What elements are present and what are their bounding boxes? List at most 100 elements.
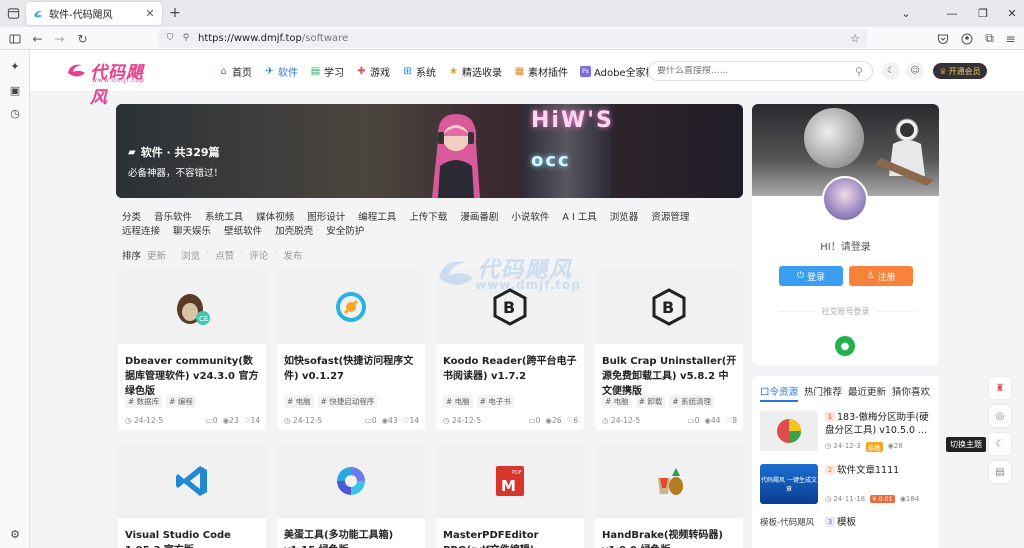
forward-icon[interactable]: → <box>52 31 67 46</box>
category-item[interactable]: 加壳脱壳 <box>275 225 313 239</box>
list-item-thumbnail[interactable] <box>760 411 818 451</box>
search-input[interactable] <box>657 66 854 76</box>
post-title[interactable]: 美蛋工具(多功能工具箱) v1.15 绿色版 <box>284 528 420 548</box>
history-icon[interactable]: ◷ <box>8 106 22 120</box>
post-thumbnail[interactable] <box>277 270 425 344</box>
post-tag[interactable]: # 数据库 <box>125 395 163 408</box>
post-title[interactable]: HandBrake(视频转码器) v1.9.0 绿色版 <box>602 528 738 548</box>
new-tab-icon[interactable]: + <box>167 5 183 21</box>
category-item[interactable]: 系统工具 <box>205 211 243 225</box>
post-title[interactable]: Koodo Reader(跨平台电子书阅读器) v1.7.2 <box>443 354 579 384</box>
post-card[interactable]: CE Dbeaver community(数据库管理软件) v24.3.0 官方… <box>118 270 266 430</box>
tab-guess[interactable]: 猜你喜欢 <box>892 384 930 402</box>
wechat-icon[interactable]: ● <box>835 336 855 356</box>
address-bar[interactable]: ⛉ ⚲ https://www.dmjf.top/software ☆ <box>158 29 867 48</box>
sidebar-toggle-icon[interactable] <box>7 31 22 46</box>
vip-button[interactable]: ♛ 开通会员 <box>933 63 987 79</box>
post-thumbnail[interactable] <box>595 444 743 518</box>
wechat-float-icon[interactable]: ◎ <box>989 405 1011 427</box>
search-icon[interactable]: ⚲ <box>854 65 864 78</box>
list-item-prefix[interactable]: 模板-代码飓风 <box>760 516 814 528</box>
list-item-title[interactable]: 1 183-傲梅分区助手(硬盘分区工具) v10.5.0 ... <box>825 411 935 437</box>
ai-sparkle-icon[interactable]: ✦ <box>8 59 22 73</box>
category-item[interactable]: 聊天娱乐 <box>173 225 211 239</box>
account-icon[interactable] <box>959 31 974 46</box>
sort-option[interactable]: 发布 <box>283 248 302 262</box>
site-info-icon[interactable]: ⚲ <box>180 32 192 44</box>
post-thumbnail[interactable] <box>277 444 425 518</box>
post-thumbnail[interactable]: PDF M <box>436 444 584 518</box>
sort-option[interactable]: 更新 <box>147 248 166 262</box>
sort-option[interactable]: 评论 <box>249 248 268 262</box>
category-item[interactable]: 浏览器 <box>610 211 639 225</box>
restore-icon[interactable]: ❐ <box>975 5 991 21</box>
post-card[interactable]: PDFM MasterPDFEditor PRO(pdf文件编辑) v5.9.5… <box>436 444 584 548</box>
post-tag[interactable]: # 编程 <box>166 395 196 408</box>
post-thumbnail[interactable]: CE <box>118 270 266 344</box>
category-item[interactable]: 编程工具 <box>358 211 396 225</box>
tab-recent[interactable]: 最近更新 <box>848 384 886 402</box>
reload-icon[interactable]: ↻ <box>75 31 90 46</box>
bookmark-star-icon[interactable]: ☆ <box>849 32 861 45</box>
category-item[interactable]: 音乐软件 <box>154 211 192 225</box>
category-item[interactable]: 安全防护 <box>326 225 364 239</box>
nav-games[interactable]: ✚ 游戏 <box>356 64 390 79</box>
close-window-icon[interactable]: ✕ <box>1004 5 1020 21</box>
chevron-down-icon[interactable]: ⌄ <box>898 5 914 21</box>
extensions-icon[interactable]: ⧉ <box>982 31 997 46</box>
post-tag[interactable]: # 系统清理 <box>669 395 715 408</box>
post-card[interactable]: HandBrake(视频转码器) v1.9.0 绿色版 <box>595 444 743 548</box>
list-item-title[interactable]: 2 软件文章1111 <box>825 464 935 477</box>
browser-tab[interactable]: 软件-代码飓风 ✕ <box>26 2 162 25</box>
post-title[interactable]: MasterPDFEditor PRO(pdf文件编辑) v5.9.50 绿色版 <box>443 528 579 548</box>
nav-adobe[interactable]: Ps Adobe全家桶 <box>580 64 656 79</box>
notes-icon[interactable]: ▤ <box>989 461 1011 483</box>
post-title[interactable]: 如快sofast(快捷访问程序文件) v0.1.27 <box>284 354 420 384</box>
category-item[interactable]: 小说软件 <box>511 211 549 225</box>
list-item-thumbnail[interactable]: 代码飓风 一键生成文章 <box>760 464 818 504</box>
pocket-icon[interactable] <box>935 31 950 46</box>
site-search[interactable]: ⚲ <box>648 61 873 81</box>
category-item[interactable]: A I 工具 <box>562 211 596 225</box>
register-button[interactable]: ♙ 注册 <box>849 266 913 286</box>
post-card[interactable]: 美蛋工具(多功能工具箱) v1.15 绿色版 <box>277 444 425 548</box>
tab-hot[interactable]: 热门推荐 <box>804 384 842 402</box>
minimize-icon[interactable]: — <box>944 5 960 21</box>
list-item-title[interactable]: 3 模板 <box>825 516 935 529</box>
close-tab-icon[interactable]: ✕ <box>144 7 156 20</box>
dark-mode-icon[interactable]: ☾ <box>882 62 900 80</box>
post-tag[interactable]: # 电脑 <box>602 395 632 408</box>
category-item[interactable]: 远程连接 <box>122 225 160 239</box>
site-logo[interactable]: 代码飓风 www.dmjf.top <box>66 58 158 108</box>
sort-option[interactable]: 浏览 <box>181 248 200 262</box>
settings-gear-icon[interactable]: ⚙ <box>8 527 22 541</box>
nav-assets[interactable]: ▦ 素材插件 <box>514 64 568 79</box>
nav-system[interactable]: ⊞ 系统 <box>402 64 436 79</box>
list-item[interactable]: 代码飓风 一键生成文章 2 软件文章1111 ◷ 24-11-18 ¥ 0.01 ◉1… <box>760 464 935 506</box>
category-item[interactable]: 漫画番剧 <box>460 211 498 225</box>
category-item[interactable]: 壁纸软件 <box>224 225 262 239</box>
shield-icon[interactable]: ⛉ <box>164 32 176 44</box>
list-item[interactable]: 模板-代码飓风 3 模板 <box>760 516 935 536</box>
gift-icon[interactable]: ♜ <box>989 377 1011 399</box>
back-icon[interactable]: ← <box>30 31 45 46</box>
post-card[interactable]: 如快sofast(快捷访问程序文件) v0.1.27 # 电脑 # 快捷启动程序 … <box>277 270 425 430</box>
nav-featured[interactable]: ★ 精选收录 <box>448 64 502 79</box>
nav-study[interactable]: ▤ 学习 <box>310 64 344 79</box>
post-tag[interactable]: # 电子书 <box>476 395 514 408</box>
category-item[interactable]: 图形设计 <box>307 211 345 225</box>
synced-tabs-icon[interactable]: ▣ <box>8 83 22 97</box>
category-item[interactable]: 资源管理 <box>651 211 689 225</box>
post-tag[interactable]: # 电脑 <box>284 395 314 408</box>
sort-option[interactable]: 点赞 <box>215 248 234 262</box>
post-title[interactable]: Dbeaver community(数据库管理软件) v24.3.0 官方绿色版 <box>125 354 261 399</box>
login-button[interactable]: ⏻ 登录 <box>779 266 843 286</box>
nav-software[interactable]: ✈ 软件 <box>264 64 298 79</box>
post-card[interactable]: B Bulk Crap Uninstaller(开源免费卸载工具) v5.8.2… <box>595 270 743 430</box>
post-tag[interactable]: # 快捷启动程序 <box>317 395 378 408</box>
avatar[interactable] <box>822 176 868 222</box>
user-icon[interactable]: ☺ <box>906 62 924 80</box>
post-card[interactable]: Visual Studio Code 1.95.3 官方版 <box>118 444 266 548</box>
category-item[interactable]: 媒体视频 <box>256 211 294 225</box>
nav-home[interactable]: ⌂ 首页 <box>218 64 252 79</box>
